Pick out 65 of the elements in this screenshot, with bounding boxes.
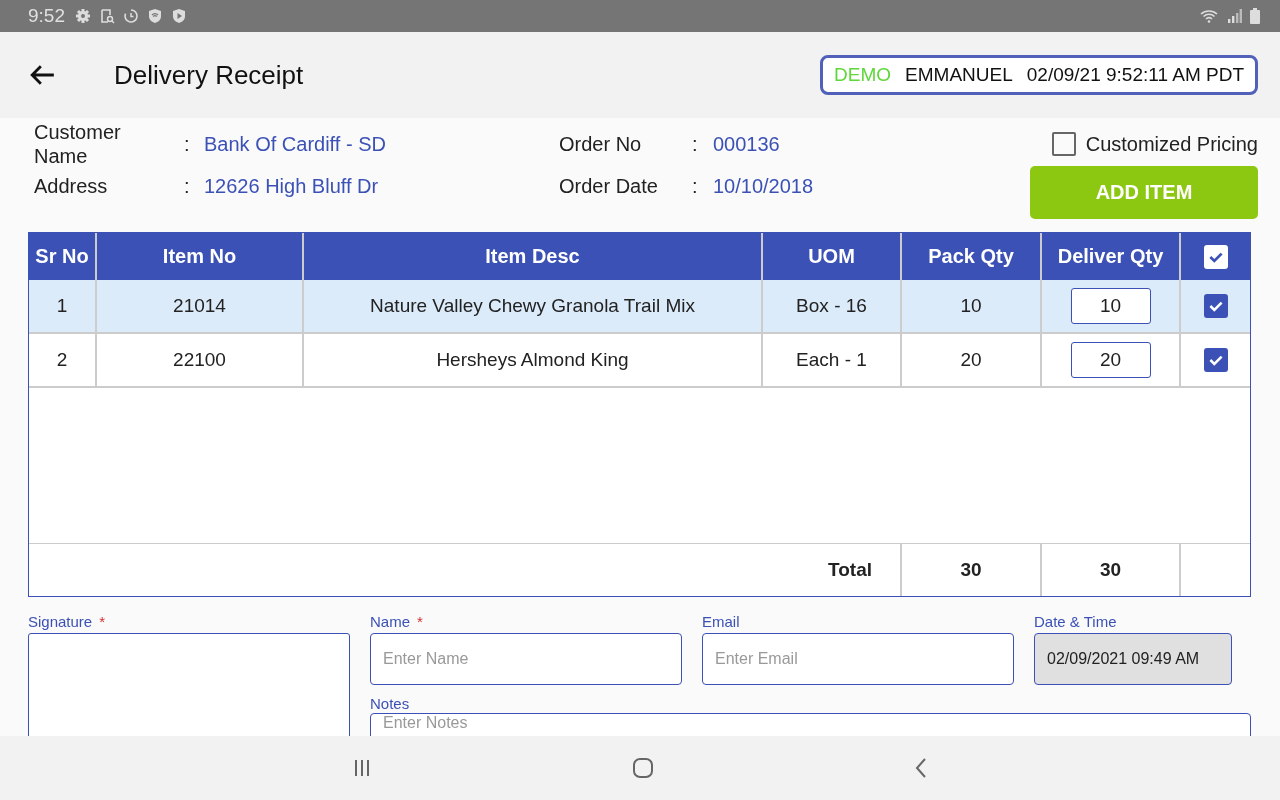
field-label: Notes: [370, 695, 411, 712]
colon-separator: :: [692, 132, 699, 156]
field-label: Customer Name: [34, 120, 122, 168]
column-header: Pack Qty: [902, 233, 1042, 280]
session-datetime: 02/09/21 9:52:11 AM PDT: [1026, 64, 1244, 86]
signal-icon: [1228, 9, 1242, 23]
shield-icon: [147, 8, 163, 24]
total-value: 30: [902, 544, 1042, 596]
mode-label: DEMO: [834, 64, 892, 86]
table-cell: 1: [29, 280, 97, 334]
select-all-checkbox[interactable]: [1203, 244, 1228, 269]
table-cell: Nature Valley Chewy Granola Trail Mix: [304, 280, 763, 334]
table-cell: Box - 16: [763, 280, 902, 334]
field-label: Address: [34, 174, 109, 198]
quantity-field[interactable]: 20: [1070, 342, 1151, 378]
notes-field[interactable]: Enter Notes: [370, 713, 1251, 736]
email-field[interactable]: Enter Email: [702, 633, 1014, 685]
colon-separator: :: [184, 132, 191, 156]
battery-icon: [1250, 8, 1260, 24]
table-cell: 22100: [97, 334, 304, 388]
document-search-icon: [99, 8, 115, 24]
field-label: Email: [702, 613, 741, 630]
field-label: Name *: [370, 613, 424, 630]
page-title: Delivery Receipt: [114, 59, 304, 91]
checkbox-label: Customized Pricing: [1085, 132, 1258, 156]
table-row[interactable]: 1 21014 Nature Valley Chewy Granola Trail Mix Box - 16 10 10: [29, 280, 1250, 334]
settings-icon: [75, 8, 91, 24]
wifi-icon: [1200, 8, 1220, 24]
table-row[interactable]: 2 22100 Hersheys Almond King Each - 1 20 20: [29, 334, 1250, 388]
colon-separator: :: [184, 174, 191, 198]
row-checkbox[interactable]: [1203, 348, 1228, 372]
table-cell: Hersheys Almond King: [304, 334, 763, 388]
column-header: Item No: [97, 233, 304, 280]
total-label: Total: [29, 544, 902, 596]
colon-separator: :: [692, 174, 699, 198]
name-field[interactable]: Enter Name: [370, 633, 682, 685]
datetime-field[interactable]: 02/09/2021 09:49 AM: [1034, 633, 1232, 685]
table-cell: Each - 1: [763, 334, 902, 388]
status-time: 9:52: [28, 5, 65, 27]
table-cell: 2: [29, 334, 97, 388]
user-name: EMMANUEL: [905, 64, 1013, 86]
field-label: Order Date: [559, 174, 659, 198]
field-value: 10/10/2018: [713, 174, 815, 198]
home-icon[interactable]: [632, 757, 654, 779]
column-header: Sr No: [29, 233, 97, 280]
field-label: Order No: [559, 132, 643, 156]
field-value: 000136: [713, 132, 781, 156]
field-value: 12626 High Bluff Dr: [204, 174, 380, 198]
column-header: Item Desc: [304, 233, 763, 280]
recents-icon[interactable]: [352, 758, 372, 778]
column-header: UOM: [763, 233, 902, 280]
total-value: 30: [1042, 544, 1181, 596]
field-label: Date & Time: [1034, 613, 1118, 630]
quantity-field[interactable]: 10: [1070, 288, 1151, 324]
table-cell: 20: [902, 334, 1042, 388]
row-checkbox[interactable]: [1203, 294, 1228, 318]
table-cell: 21014: [97, 280, 304, 334]
field-label: Signature *: [28, 613, 107, 630]
back-icon[interactable]: [914, 757, 928, 779]
column-header: Deliver Qty: [1042, 233, 1181, 280]
shield-play-icon: [171, 8, 187, 24]
field-value: Bank Of Cardiff - SD: [204, 132, 387, 156]
pricing-checkbox[interactable]: [1051, 132, 1076, 156]
table-cell: 10: [902, 280, 1042, 334]
timer-icon: [123, 8, 139, 24]
